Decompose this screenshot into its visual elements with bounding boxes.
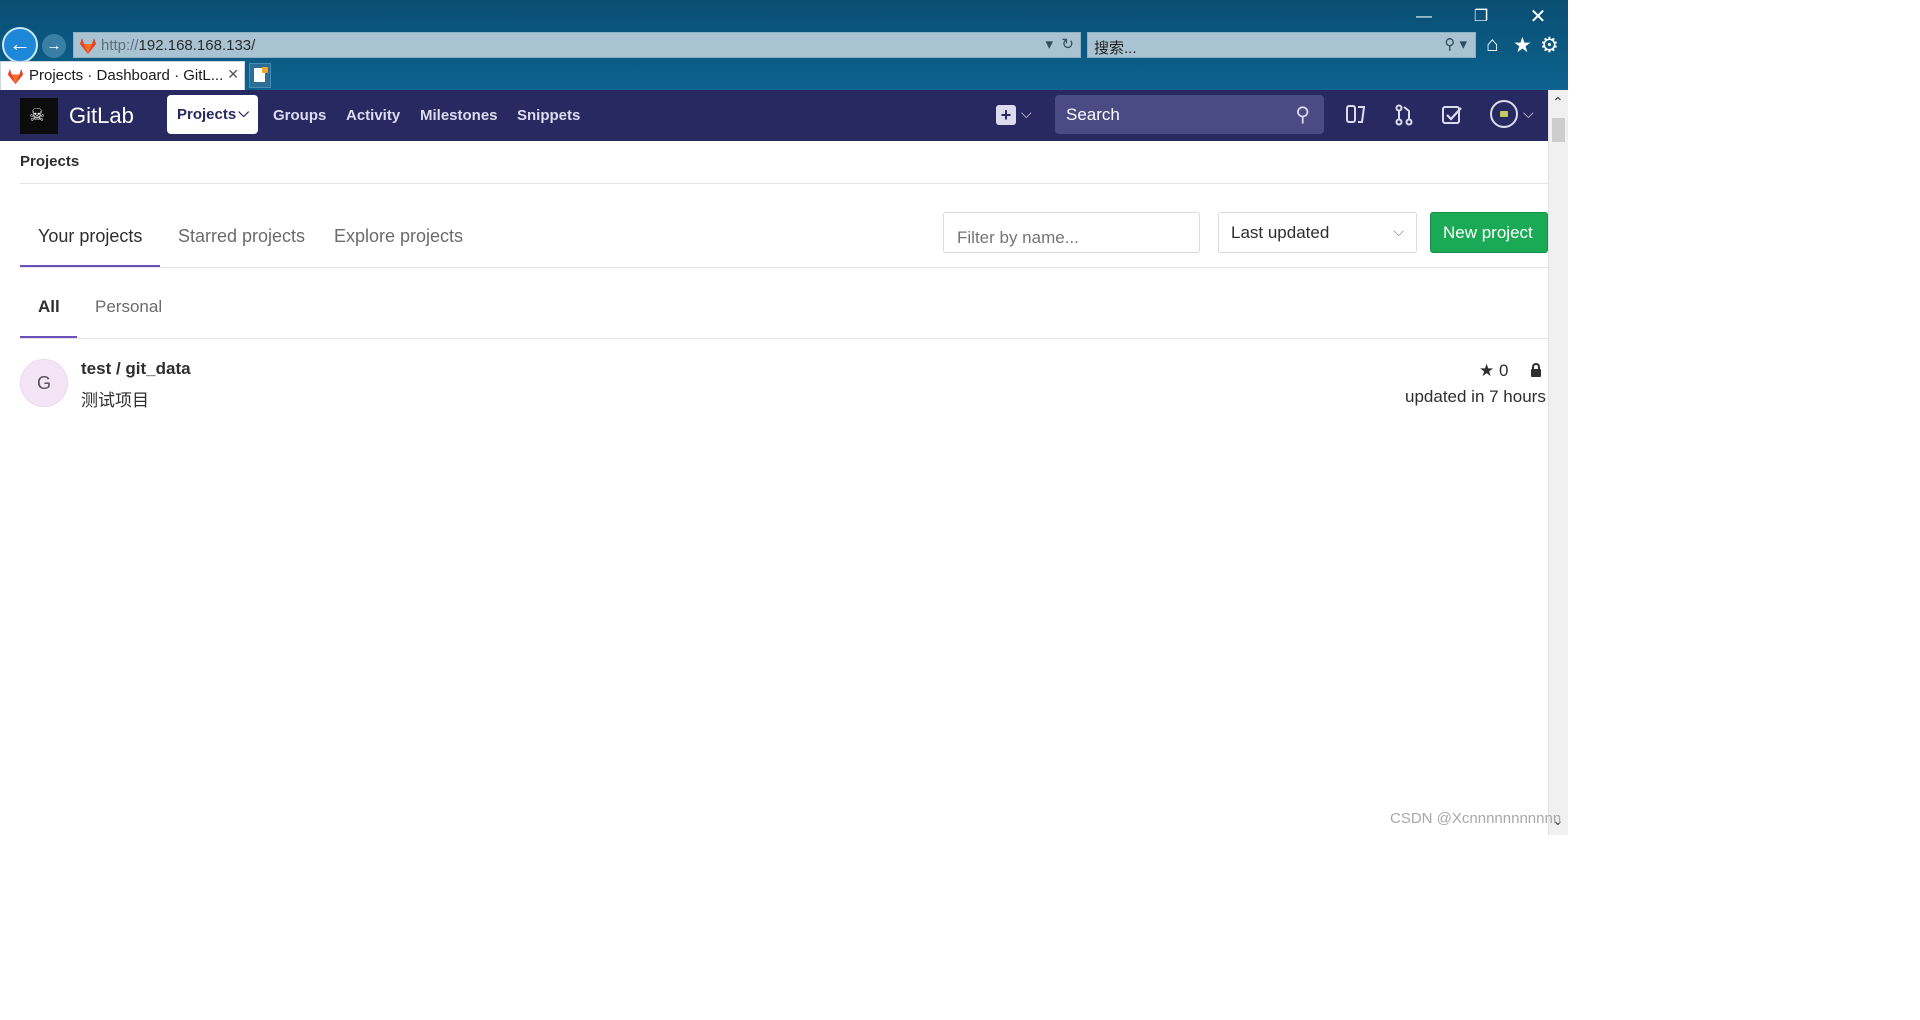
merge-request-icon[interactable] bbox=[1394, 103, 1414, 127]
browser-search-placeholder: 搜索... bbox=[1094, 40, 1137, 57]
nav-milestones[interactable]: Milestones bbox=[420, 107, 498, 124]
close-icon[interactable]: ✕ bbox=[1523, 6, 1553, 28]
tab-your-projects[interactable]: Your projects bbox=[38, 226, 142, 247]
nav-groups[interactable]: Groups bbox=[273, 107, 326, 124]
watermark: CSDN @Xcnnnnnnnnnnn bbox=[1390, 810, 1562, 827]
new-project-button[interactable]: New project bbox=[1430, 212, 1548, 253]
vertical-scrollbar[interactable]: ⌃ ⌄ bbox=[1548, 90, 1568, 835]
project-avatar[interactable]: G bbox=[20, 359, 68, 407]
search-input[interactable]: Search ⚲ bbox=[1055, 95, 1324, 134]
browser-tab-active[interactable]: Projects · Dashboard · GitL... ✕ bbox=[0, 61, 245, 90]
breadcrumb[interactable]: Projects bbox=[20, 153, 79, 170]
url-text: http://192.168.168.133/ bbox=[101, 37, 256, 54]
sort-selected-value: Last updated bbox=[1231, 223, 1330, 242]
nav-projects-label: Projects bbox=[177, 106, 237, 123]
new-project-label: New project bbox=[1443, 223, 1533, 242]
browser-search-box[interactable]: 搜索... ⚲ ▾ bbox=[1087, 32, 1476, 58]
tab-explore-projects[interactable]: Explore projects bbox=[334, 226, 463, 247]
nav-activity[interactable]: Activity bbox=[346, 107, 400, 124]
chevron-down-icon: ⌵ bbox=[238, 104, 249, 120]
search-icon[interactable]: ⚲ ▾ bbox=[1444, 35, 1467, 53]
issues-icon[interactable] bbox=[1345, 103, 1367, 127]
search-placeholder: Search bbox=[1066, 105, 1120, 124]
todo-icon[interactable] bbox=[1441, 104, 1463, 126]
nav-snippets[interactable]: Snippets bbox=[517, 107, 580, 124]
scroll-thumb[interactable] bbox=[1552, 118, 1565, 142]
project-description: 测试项目 bbox=[81, 391, 149, 410]
gitlab-favicon-icon bbox=[80, 38, 96, 54]
address-tools: ▾ ↻ bbox=[1046, 35, 1074, 53]
star-icon: ★ bbox=[1479, 361, 1495, 380]
refresh-icon[interactable]: ↻ bbox=[1061, 36, 1074, 53]
logo-icon: ☠ bbox=[29, 105, 46, 125]
scroll-up-icon[interactable]: ⌃ bbox=[1552, 94, 1564, 111]
gitlab-logo[interactable]: ☠ bbox=[20, 98, 58, 134]
project-updated-time: updated in 7 hours bbox=[1405, 387, 1546, 406]
sort-dropdown[interactable]: Last updated ⌵ bbox=[1218, 212, 1417, 253]
dropdown-icon[interactable]: ▾ bbox=[1046, 36, 1054, 53]
back-button[interactable]: ← bbox=[2, 27, 38, 63]
divider bbox=[20, 183, 1548, 184]
star-count[interactable]: ★ 0 bbox=[1479, 361, 1508, 381]
settings-gear-icon[interactable]: ⚙ bbox=[1540, 33, 1559, 58]
new-tab-button[interactable] bbox=[249, 63, 271, 88]
project-name-link[interactable]: test / git_data bbox=[81, 359, 191, 379]
tab-close-icon[interactable]: ✕ bbox=[227, 66, 239, 83]
subtab-all[interactable]: All bbox=[38, 297, 60, 317]
divider bbox=[20, 338, 1548, 339]
browser-chrome: — ❐ ✕ ← → http://192.168.168.133/ ▾ ↻ 搜索… bbox=[0, 0, 1568, 90]
minimize-icon[interactable]: — bbox=[1409, 6, 1439, 28]
chevron-down-icon[interactable]: ⌵ bbox=[1523, 105, 1534, 122]
gitlab-favicon-icon bbox=[7, 68, 24, 85]
search-icon: ⚲ bbox=[1295, 104, 1310, 126]
tab-starred-projects[interactable]: Starred projects bbox=[178, 226, 305, 247]
subtab-personal[interactable]: Personal bbox=[95, 297, 162, 317]
gitlab-header: ☠ GitLab Projects ⌵ Groups Activity Mile… bbox=[0, 90, 1548, 141]
restore-icon[interactable]: ❐ bbox=[1466, 6, 1496, 28]
nav-projects-dropdown[interactable]: Projects ⌵ bbox=[167, 95, 258, 134]
filter-by-name-input[interactable] bbox=[943, 212, 1200, 253]
tab-title: Projects · Dashboard · GitL... bbox=[29, 67, 224, 84]
address-bar[interactable]: http://192.168.168.133/ ▾ ↻ bbox=[73, 32, 1081, 58]
chevron-down-icon: ⌵ bbox=[1393, 223, 1404, 239]
lock-icon bbox=[1531, 363, 1541, 377]
forward-button[interactable]: → bbox=[42, 34, 66, 58]
home-icon[interactable]: ⌂ bbox=[1486, 33, 1499, 57]
chevron-down-icon[interactable]: ⌵ bbox=[1021, 105, 1032, 122]
divider bbox=[20, 267, 1548, 268]
brand-title[interactable]: GitLab bbox=[69, 103, 134, 129]
user-avatar[interactable] bbox=[1490, 100, 1518, 128]
favorites-icon[interactable]: ★ bbox=[1513, 33, 1532, 58]
plus-icon[interactable]: + bbox=[996, 105, 1016, 125]
star-count-value: 0 bbox=[1498, 361, 1509, 380]
